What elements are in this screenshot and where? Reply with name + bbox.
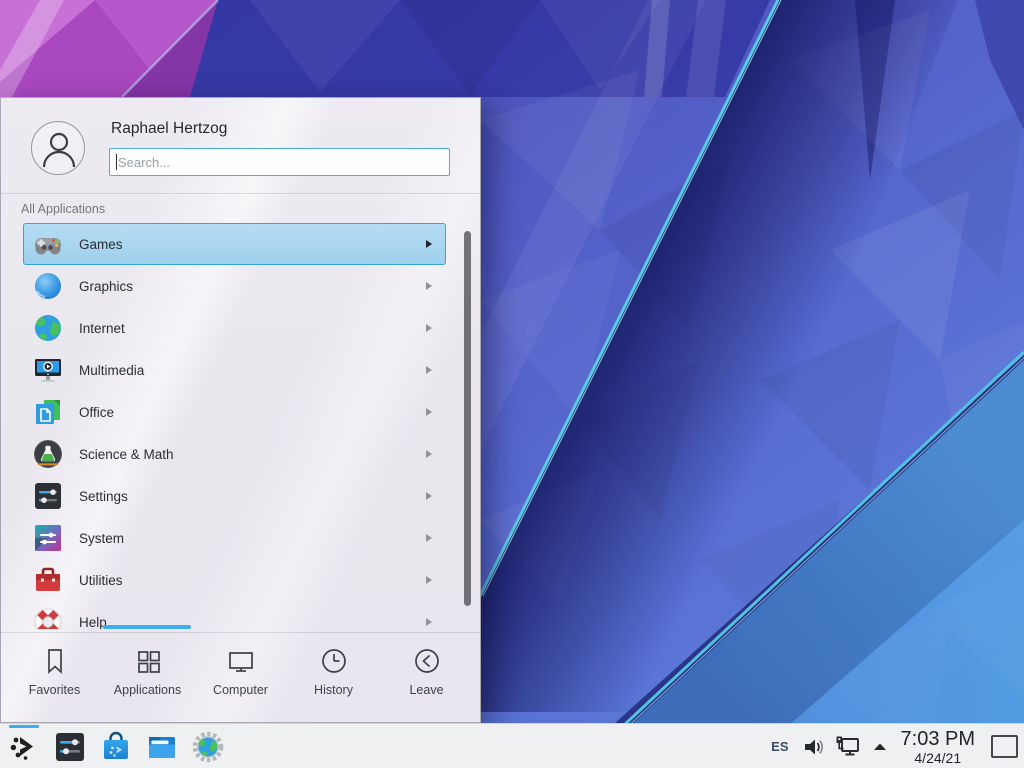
launcher-tab-bar: Favorites Applications Computer [8, 633, 473, 723]
tab-label: History [314, 683, 353, 697]
category-row-games[interactable]: Games [23, 223, 446, 265]
file-manager-button[interactable] [146, 724, 178, 768]
category-label: Internet [79, 321, 125, 336]
network-icon[interactable] [835, 734, 861, 760]
tab-favorites[interactable]: Favorites [8, 633, 101, 723]
category-row-internet[interactable]: Internet [23, 307, 446, 349]
category-row-multimedia[interactable]: Multimedia [23, 349, 446, 391]
graphics-icon [32, 270, 64, 302]
tab-applications[interactable]: Applications [101, 633, 194, 723]
taskbar-apps [8, 724, 224, 768]
category-row-utilities[interactable]: Utilities [23, 559, 446, 601]
help-icon [32, 606, 64, 629]
application-launcher-menu: Raphael Hertzog All Applications Games [0, 97, 481, 723]
system-settings-button[interactable] [54, 724, 86, 768]
taskbar: ES 7:03 PM 4/24/21 [0, 723, 1024, 768]
category-label: Science & Math [79, 447, 174, 462]
scrollbar-thumb[interactable] [464, 231, 471, 606]
computer-icon [226, 646, 256, 676]
tab-label: Applications [114, 683, 181, 697]
office-icon [32, 396, 64, 428]
submenu-arrow-icon [426, 534, 432, 542]
volume-icon[interactable] [801, 735, 825, 759]
keyboard-layout-indicator[interactable]: ES [769, 739, 790, 754]
application-launcher-button[interactable] [8, 724, 40, 768]
submenu-arrow-icon [426, 450, 432, 458]
history-icon [319, 646, 349, 676]
category-label: Graphics [79, 279, 133, 294]
favorites-icon [40, 646, 70, 676]
tab-computer[interactable]: Computer [194, 633, 287, 723]
category-label: Utilities [79, 573, 123, 588]
tab-history[interactable]: History [287, 633, 380, 723]
digital-clock[interactable]: 7:03 PM 4/24/21 [899, 729, 977, 765]
application-launcher-icon [8, 731, 40, 763]
tab-leave[interactable]: Leave [380, 633, 473, 723]
category-label: Multimedia [79, 363, 144, 378]
category-row-system[interactable]: System [23, 517, 446, 559]
clock-time: 7:03 PM [901, 729, 975, 749]
science-icon [32, 438, 64, 470]
category-row-office[interactable]: Office [23, 391, 446, 433]
submenu-arrow-icon [426, 324, 432, 332]
header-separator [1, 193, 480, 194]
category-row-graphics[interactable]: Graphics [23, 265, 446, 307]
category-label: Games [79, 237, 123, 252]
category-label: Settings [79, 489, 128, 504]
system-settings-icon [54, 731, 86, 763]
web-browser-button[interactable] [192, 724, 224, 768]
category-row-help[interactable]: Help [23, 601, 446, 629]
search-input[interactable] [109, 148, 450, 176]
active-app-indicator [9, 725, 39, 728]
category-list: Games Graphics Internet [1, 223, 459, 629]
search-box [109, 148, 450, 176]
system-icon [32, 522, 64, 554]
file-manager-icon [146, 731, 178, 763]
submenu-arrow-icon [426, 282, 432, 290]
applications-icon [133, 646, 163, 676]
web-browser-icon [192, 731, 224, 763]
tab-label: Computer [213, 683, 268, 697]
leave-icon [412, 646, 442, 676]
category-row-science-math[interactable]: Science & Math [23, 433, 446, 475]
discover-icon [100, 731, 132, 763]
discover-button[interactable] [100, 724, 132, 768]
category-label: Office [79, 405, 114, 420]
user-name: Raphael Hertzog [111, 120, 227, 138]
category-label: System [79, 531, 124, 546]
section-label: All Applications [21, 202, 105, 216]
text-cursor [116, 154, 117, 170]
utilities-icon [32, 564, 64, 596]
multimedia-icon [32, 354, 64, 386]
submenu-arrow-icon [426, 366, 432, 374]
submenu-arrow-icon [426, 408, 432, 416]
expand-tray-icon[interactable] [871, 738, 889, 756]
submenu-arrow-icon [426, 240, 432, 248]
tab-label: Leave [409, 683, 443, 697]
user-avatar[interactable] [31, 121, 85, 175]
system-tray: ES 7:03 PM 4/24/21 [769, 724, 1018, 768]
submenu-arrow-icon [426, 492, 432, 500]
active-tab-indicator [103, 625, 191, 629]
submenu-arrow-icon [426, 576, 432, 584]
settings-icon [32, 480, 64, 512]
games-icon [32, 228, 64, 260]
category-row-settings[interactable]: Settings [23, 475, 446, 517]
internet-icon [32, 312, 64, 344]
clock-date: 4/24/21 [914, 751, 961, 765]
tab-label: Favorites [29, 683, 80, 697]
show-desktop-button[interactable] [991, 735, 1018, 758]
user-icon [32, 122, 86, 176]
submenu-arrow-icon [426, 618, 432, 626]
